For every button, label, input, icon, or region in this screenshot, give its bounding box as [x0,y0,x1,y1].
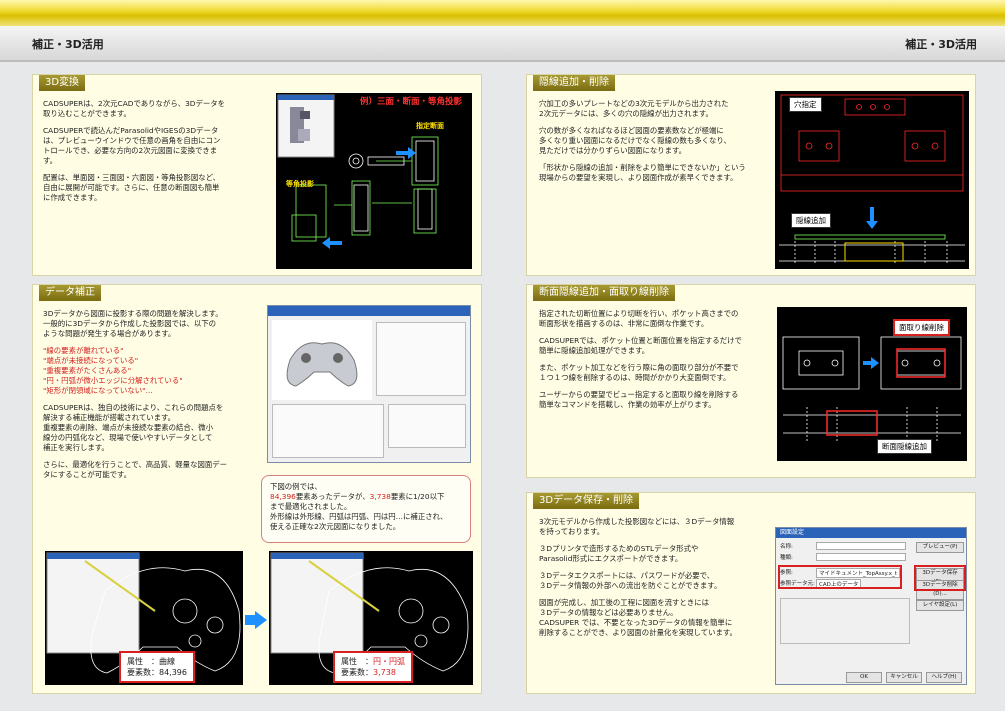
count-before: 84,396 [270,492,296,501]
gamepad-preview [272,320,372,400]
panel-data-fix: データ補正 3Dデータから図面に投影する際の問題を解決します。 一般的に3Dデー… [32,284,482,694]
result-callout: 下図の例では、 84,396要素あったデータが、3,738要素に1/20以下 ま… [261,475,471,543]
label-chamfer: 面取り線削除 [893,319,950,336]
problem-item: "重複要素がたくさんある" [43,366,132,375]
label-iso: 等角投影 [286,180,314,188]
panel-body: 3次元モデルから作成した投影図などには、３Dデータ情報 を持っております。 ３D… [539,517,785,645]
panel-body: 3Dデータから図面に投影する際の問題を解決します。 一般的に3Dデータから作成し… [43,309,279,487]
paragraph: CADSUPERは、2次元CADでありながら、3Dデータを 取り込むことができま… [43,99,226,118]
label-hole: 穴指定 [789,97,822,112]
help-button[interactable]: ヘルプ(H) [926,672,962,683]
paragraph: CADSUPERは、独自の技術により、これらの問題点を 解決する補正機能が搭載さ… [43,403,224,452]
attr-label: 属性 ：曲線 [127,657,175,666]
name-input[interactable] [816,542,906,550]
drawing-settings-dialog: 図面設定 名称: 種類: 参照: マイドキュメント_TopAssy.x_t 参照… [775,527,967,685]
paragraph: 配置は、単面図・三面図・六面図・等角投影図など、 自由に展開が可能です。さらに、… [43,173,221,202]
page-header: 補正・3D活用 補正・3D活用 [0,26,1005,62]
paragraph: ３Dプリンタで造形するためのSTLデータ形式や Parasolid形式にエクスポ… [539,544,699,563]
paragraph: ３Dデータエクスポートには、パスワードが必要で、 ３Dデータ情報の外部への流出を… [539,571,722,590]
attr-label: 属性 ： [341,657,373,666]
problem-item: "円・円弧が微小エッジに分解されている" [43,376,183,385]
paragraph: CADSUPERで読込んだParasolidやIGESの3Dデータ は、プレビュ… [43,126,221,165]
top-gold-band [0,0,1005,26]
count-label: 要素数： [341,668,373,677]
panel-body: CADSUPERは、2次元CADでありながら、3Dデータを 取り込むことができま… [43,99,275,210]
cancel-button[interactable]: キャンセル [886,672,922,683]
settings-group [780,598,910,644]
paragraph: 3次元モデルから作成した投影図などには、３Dデータ情報 を持っております。 [539,517,735,536]
header-right-title: 補正・3D活用 [905,38,977,51]
figure-section: 面取り線削除 断面隠線追加 [777,307,967,461]
label-section: 指定断面 [416,122,444,130]
panel-title: 3Dデータ保存・削除 [533,493,640,509]
panel-hidden-line: 隠線追加・削除 穴加工の多いプレートなどの3次元モデルから出力された 2次元デー… [526,74,976,276]
figure-3d-conversion: 例）三面・断面・等角投影 指定断面 等角投影 [276,93,472,269]
paragraph: CADSUPERでは、ポケット位置と断面位置を指定するだけで 簡単に隠線追加処理… [539,336,742,355]
highlight-3d-fields [778,565,902,589]
paragraph: 図面が完成し、加工後の工程に図面を流すときには ３Dデータの情報などは必要ありま… [539,598,737,637]
problem-item: "端点が未接続になっている" [43,356,139,365]
after-image: 属性 ：円・円弧 要素数：3,738 [269,551,473,685]
paragraph: 穴の数が多くなればなるほど図面の要素数などが極端に 多くなり重い図面になるだけで… [539,126,731,155]
figure-hidden-line: 穴指定 隠線追加 [775,91,969,269]
fix-dialog-screenshot [267,305,471,463]
label-add: 隠線追加 [791,213,831,228]
count-value: 3,738 [373,668,396,677]
figure-title: 例）三面・断面・等角投影 [360,97,463,107]
header-left-title: 補正・3D活用 [32,38,104,51]
panel-3d-save: 3Dデータ保存・削除 3次元モデルから作成した投影図などには、３Dデータ情報 を… [526,492,976,694]
callout-line: 下図の例では、 [270,482,322,491]
kind-input[interactable] [816,553,906,561]
callout-text: 要素あったデータが、 [295,492,370,501]
before-image: 属性 ：曲線 要素数：84,396 [45,551,243,685]
paragraph: 指定された切断位置により切断を行い、ポケット高さまでの 断面形状を描画するのは、… [539,309,739,328]
highlight-3d-buttons [914,565,966,591]
panel-section-chamfer: 断面隠線追加・面取り線削除 指定された切断位置により切断を行い、ポケット高さまで… [526,284,976,478]
label-section: 断面隠線追加 [877,439,932,454]
panel-title: データ補正 [39,285,101,301]
paragraph: さらに、最適化を行うことで、高品質、軽量な図面デー タにすることが可能です。 [43,460,228,479]
field-kind-label: 種類: [780,555,793,561]
layer-settings-button[interactable]: レイヤ設定(L) [916,600,964,611]
paragraph: 3Dデータから図面に投影する際の問題を解決します。 一般的に3Dデータから作成し… [43,309,223,338]
field-name-label: 名称: [780,544,793,550]
dialog-title: 図面設定 [776,528,966,538]
paragraph: 「形状から隠線の追加・削除をより簡単にできないか」という 現場からの要望を実現し… [539,163,746,182]
problem-item: "矩形が閉領域になっていない"… [43,386,153,395]
count-label: 要素数：84,396 [127,668,187,677]
attr-value: 円・円弧 [373,657,405,666]
ok-button[interactable]: OK [846,672,882,683]
count-after: 3,738 [369,492,391,501]
problem-item: "線の要素が離れている" [43,346,124,355]
paragraph: ユーザーからの要望でビュー指定すると面取り線を削除する 簡単なコマンドを搭載し、… [539,390,739,409]
before-attr-box: 属性 ：曲線 要素数：84,396 [119,651,195,683]
cad-drawing-hidden [779,94,965,265]
preview-button[interactable]: プレビュー(P) [916,542,964,553]
panel-body: 穴加工の多いプレートなどの3次元モデルから出力された 2次元データには、多くの穴… [539,99,779,190]
panel-title: 隠線追加・削除 [533,75,615,91]
paragraph: また、ポケット加工などを行う際に角の面取り部分が不要で １つ１つ線を削除するのは… [539,363,739,382]
panel-title: 断面隠線追加・面取り線削除 [533,285,675,301]
paragraph: 穴加工の多いプレートなどの3次元モデルから出力された 2次元データには、多くの穴… [539,99,729,118]
panel-3d-conversion: 3D変換 CADSUPERは、2次元CADでありながら、3Dデータを 取り込むこ… [32,74,482,276]
after-attr-box: 属性 ：円・円弧 要素数：3,738 [333,651,413,683]
panel-body: 指定された切断位置により切断を行い、ポケット高さまでの 断面形状を描画するのは、… [539,309,785,417]
panel-title: 3D変換 [39,75,86,91]
